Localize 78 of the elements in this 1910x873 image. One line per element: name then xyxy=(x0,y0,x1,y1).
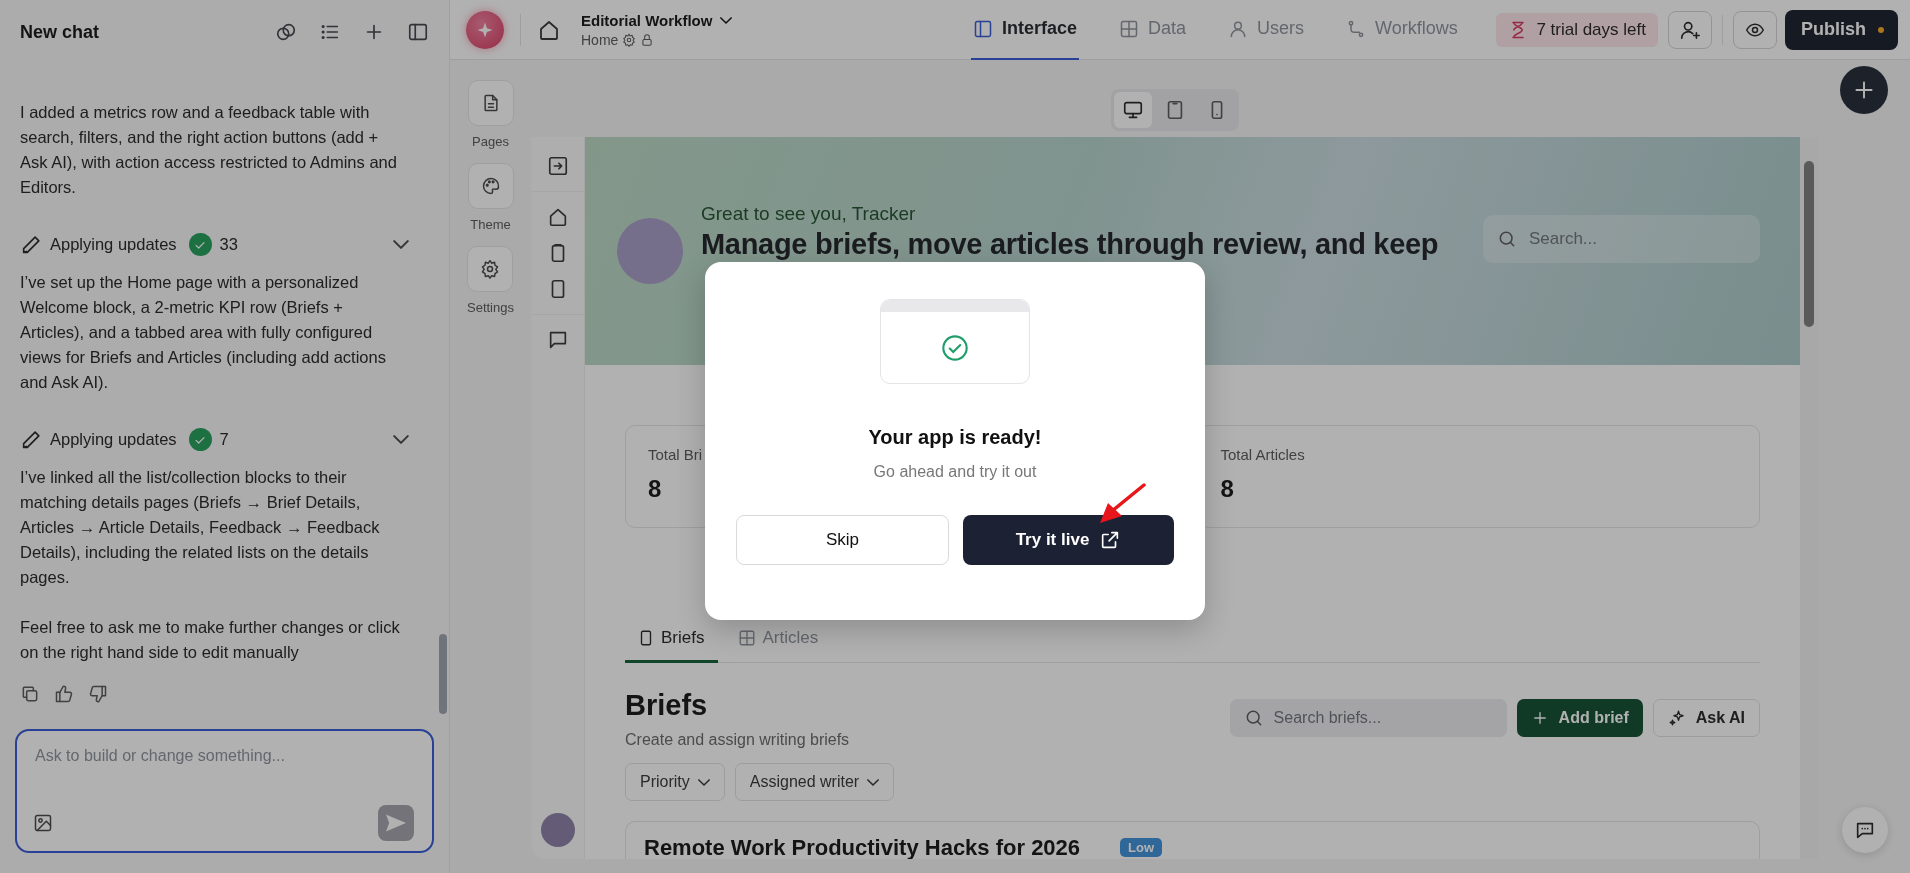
avatar[interactable] xyxy=(540,813,575,847)
invite-user-button[interactable] xyxy=(1668,10,1712,49)
greeting: Great to see you, Tracker xyxy=(701,202,916,225)
metric-label: Total Bri xyxy=(648,446,703,463)
layout-icon xyxy=(973,18,993,39)
brief-title: Remote Work Productivity Hacks for 2026 xyxy=(644,834,1081,859)
preview-button[interactable] xyxy=(1733,10,1777,49)
section-title: Briefs xyxy=(625,689,709,722)
link-icon xyxy=(275,21,297,43)
skip-button[interactable]: Skip xyxy=(736,515,949,565)
modal-subtitle: Go ahead and try it out xyxy=(873,463,1037,481)
metric-value: 8 xyxy=(1220,475,1234,503)
search-box[interactable]: Search briefs... xyxy=(1229,699,1507,737)
message-composer[interactable]: Ask to build or change something... xyxy=(15,729,434,853)
chat-message: I added a metrics row and a feedback table with search, filters, and the right action buttons (add + Ask AI), with action access restricted to Admins and Editors. xyxy=(20,102,398,198)
update-count: 7 xyxy=(219,430,229,449)
try-live-button[interactable]: Try it live xyxy=(963,515,1174,565)
chat-message: Feel free to ask me to make further changes or click on the right hand side to edit manually xyxy=(20,617,401,663)
chat-message: I’ve linked all the list/collection blocks to their matching details pages (Briefs → Brief Details, Articles → Article Details, Feedback → Feedback Details), including the related lists on the details pages. xyxy=(20,467,381,588)
add-brief-button[interactable]: Add brief xyxy=(1516,699,1643,737)
filter-dropdown[interactable]: Priority xyxy=(625,763,725,801)
logo-icon[interactable] xyxy=(466,10,504,49)
add-button[interactable] xyxy=(1840,66,1888,114)
rail-button[interactable] xyxy=(467,246,514,292)
search-field[interactable]: Search briefs... xyxy=(1271,699,1507,737)
page-name: Home xyxy=(581,31,619,48)
thumbs-up-icon xyxy=(54,684,74,704)
modal-title: Your app is ready! xyxy=(868,426,1042,449)
update-label: Applying updates xyxy=(50,430,177,449)
pencil-icon xyxy=(20,428,42,451)
sidebar-toggle-icon xyxy=(407,21,429,43)
send-icon xyxy=(386,814,406,832)
palette-icon xyxy=(480,176,501,196)
chat-title: New chat xyxy=(20,21,101,43)
pencil-icon xyxy=(20,233,42,256)
chat-button[interactable] xyxy=(1842,807,1888,853)
chevron-down-icon xyxy=(720,16,733,24)
chevron-down-icon xyxy=(697,778,710,786)
status-dot xyxy=(1878,26,1884,33)
settings-icon xyxy=(480,259,501,279)
chat-message: I’ve set up the Home page with a personalized Welcome block, a 2-metric KPI row (Briefs + Articles), and a tabbed area with fully configured views for Briefs and Articles (including add actions and Ask AI). xyxy=(20,272,387,393)
content-tab[interactable]: Briefs xyxy=(625,620,719,663)
headline: Manage briefs, move articles through review, and keep xyxy=(701,227,1439,260)
rail-label: Theme xyxy=(470,217,511,232)
grid-icon xyxy=(738,629,757,647)
collapse-icon xyxy=(546,155,569,177)
ask-ai-button[interactable]: Ask AI xyxy=(1652,699,1760,737)
update-label: Applying updates xyxy=(50,235,177,254)
rail-button[interactable] xyxy=(467,80,514,126)
rail-button[interactable] xyxy=(467,163,514,209)
search-icon xyxy=(1497,229,1517,249)
app-name[interactable]: Editorial Workflow xyxy=(581,11,713,29)
thumbs-down-icon xyxy=(88,684,108,704)
metric-label: Total Articles xyxy=(1220,446,1305,463)
rail-label: Settings xyxy=(467,300,514,315)
filter-dropdown[interactable]: Assigned writer xyxy=(734,763,895,801)
trial-badge[interactable]: 7 trial days left xyxy=(1496,12,1658,47)
search-field[interactable]: Search... xyxy=(1527,215,1760,263)
metric-value: 8 xyxy=(648,475,662,503)
chevron-down-icon xyxy=(393,240,409,249)
nav-tab[interactable]: Interface xyxy=(971,0,1080,60)
chat-input[interactable]: Ask to build or change something... xyxy=(33,731,414,781)
settings-icon xyxy=(622,32,637,47)
publish-button[interactable]: Publish xyxy=(1785,9,1898,50)
copy-icon xyxy=(20,684,40,704)
grid-icon xyxy=(1119,18,1140,39)
chevron-down-icon xyxy=(393,435,409,444)
section-subtitle: Create and assign writing briefs xyxy=(625,731,850,749)
chevron-down-icon xyxy=(867,778,880,786)
brief-card[interactable]: Remote Work Productivity Hacks for 2026 Low xyxy=(625,821,1760,859)
device-button[interactable] xyxy=(1113,91,1152,128)
priority-badge: Low xyxy=(1120,838,1163,857)
sparkle-icon xyxy=(1667,709,1686,727)
update-count: 33 xyxy=(219,235,238,254)
rail-label: Pages xyxy=(472,134,509,149)
lock-icon xyxy=(640,32,655,47)
pointer-arrow xyxy=(1098,483,1146,525)
image-icon xyxy=(33,813,53,833)
